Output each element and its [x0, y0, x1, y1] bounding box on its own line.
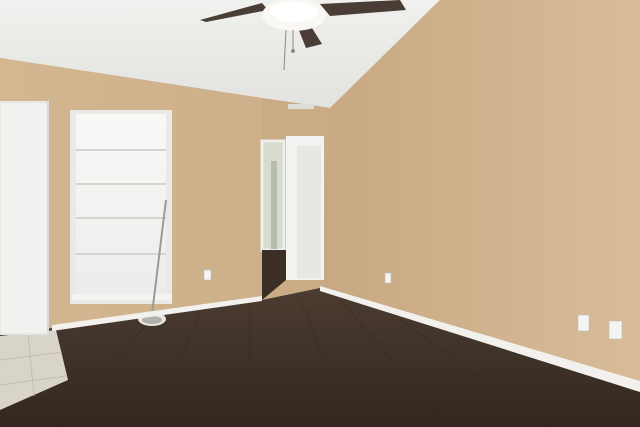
ceiling-vent: [288, 104, 314, 109]
outlet: [577, 314, 590, 332]
outlet: [384, 272, 392, 284]
room-illustration: [0, 0, 640, 427]
outlet: [203, 269, 212, 281]
outlet: [608, 320, 623, 340]
room-photo: [0, 0, 640, 427]
entry-door[interactable]: [0, 101, 49, 335]
